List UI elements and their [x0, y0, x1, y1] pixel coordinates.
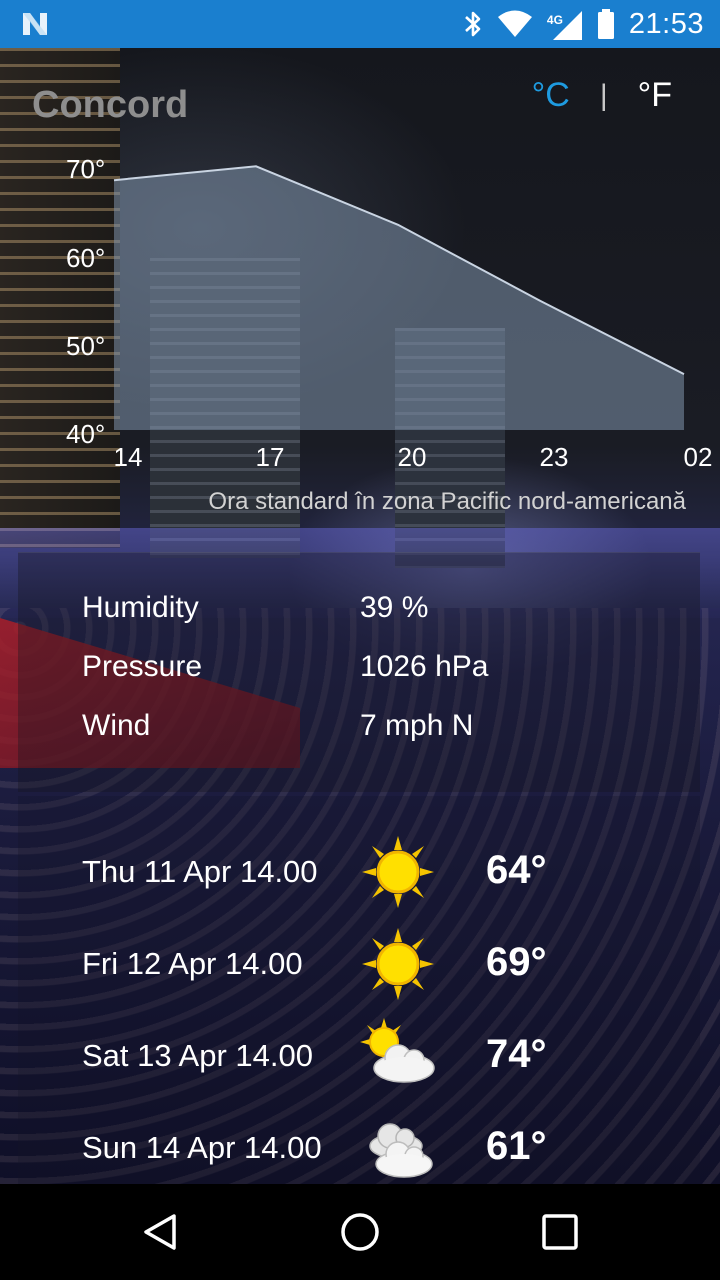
forecast-date: Fri 12 Apr 14.00	[82, 946, 303, 981]
sun-icon	[362, 928, 434, 1000]
x-tick-label: 14	[114, 442, 143, 472]
pressure-value: 1026 hPa	[360, 650, 489, 683]
cell-signal-icon: 4G	[547, 7, 583, 41]
forecast-list: Thu 11 Apr 14.00 64° Fri 12 Apr 14.00 69…	[18, 796, 700, 1184]
x-tick-label: 17	[256, 442, 285, 472]
forecast-temp: 74°	[486, 1032, 547, 1076]
city-name: Concord	[32, 84, 189, 126]
unit-switch: °C | °F	[532, 76, 672, 115]
detail-row-pressure: Pressure 1026 hPa	[82, 650, 682, 690]
forecast-date: Sat 13 Apr 14.00	[82, 1038, 313, 1073]
temperature-chart: 70° 60° 50° 40° 14 17 20 23 02	[0, 140, 720, 520]
x-tick-label: 23	[540, 442, 569, 472]
cloud-icon	[369, 1123, 433, 1178]
back-icon[interactable]	[138, 1210, 182, 1254]
forecast-temp: 61°	[486, 1124, 547, 1168]
forecast-date: Thu 11 Apr 14.00	[82, 854, 318, 889]
y-tick-label: 40°	[66, 419, 105, 449]
forecast-row[interactable]: Fri 12 Apr 14.00 69°	[18, 924, 700, 1004]
y-tick-label: 50°	[66, 331, 105, 361]
forecast-temp: 69°	[486, 940, 547, 984]
unit-separator: |	[599, 78, 608, 112]
y-tick-label: 60°	[66, 243, 105, 273]
temperature-area	[114, 166, 684, 431]
forecast-temp: 64°	[486, 848, 547, 892]
x-tick-label: 20	[398, 442, 427, 472]
wind-value: 7 mph N	[360, 709, 474, 742]
y-tick-label: 70°	[66, 154, 105, 184]
detail-row-humidity: Humidity 39 %	[82, 591, 682, 631]
humidity-label: Humidity	[82, 591, 199, 624]
status-bar: 4G 21:53	[0, 0, 720, 48]
recents-icon[interactable]	[538, 1210, 582, 1254]
home-icon[interactable]	[338, 1210, 382, 1254]
n-logo-icon	[23, 13, 47, 35]
humidity-value: 39 %	[360, 591, 429, 624]
fahrenheit-toggle[interactable]: °F	[638, 76, 672, 115]
x-tick-label: 02	[684, 442, 713, 472]
forecast-row[interactable]: Sat 13 Apr 14.00 74°	[18, 1016, 700, 1096]
forecast-row[interactable]: Thu 11 Apr 14.00 64°	[18, 832, 700, 912]
wifi-icon	[497, 10, 532, 37]
wind-label: Wind	[82, 709, 151, 742]
sun-cloud-icon	[360, 1018, 435, 1083]
celsius-toggle[interactable]: °C	[532, 76, 570, 115]
status-time: 21:53	[628, 7, 704, 40]
details-panel: Humidity 39 % Pressure 1026 hPa Wind 7 m…	[18, 552, 700, 792]
navigation-bar	[0, 1184, 720, 1280]
detail-row-wind: Wind 7 mph N	[82, 709, 682, 749]
pressure-label: Pressure	[82, 650, 203, 683]
temperature-chart-svg: 70° 60° 50° 40° 14 17 20 23 02	[66, 154, 713, 472]
bluetooth-icon	[465, 11, 481, 37]
forecast-date: Sun 14 Apr 14.00	[82, 1130, 322, 1165]
battery-icon	[597, 9, 614, 39]
forecast-row[interactable]: Sun 14 Apr 14.00 61°	[18, 1108, 700, 1188]
sun-icon	[362, 836, 434, 908]
timezone-label: Ora standard în zona Pacific nord-americ…	[208, 488, 686, 515]
